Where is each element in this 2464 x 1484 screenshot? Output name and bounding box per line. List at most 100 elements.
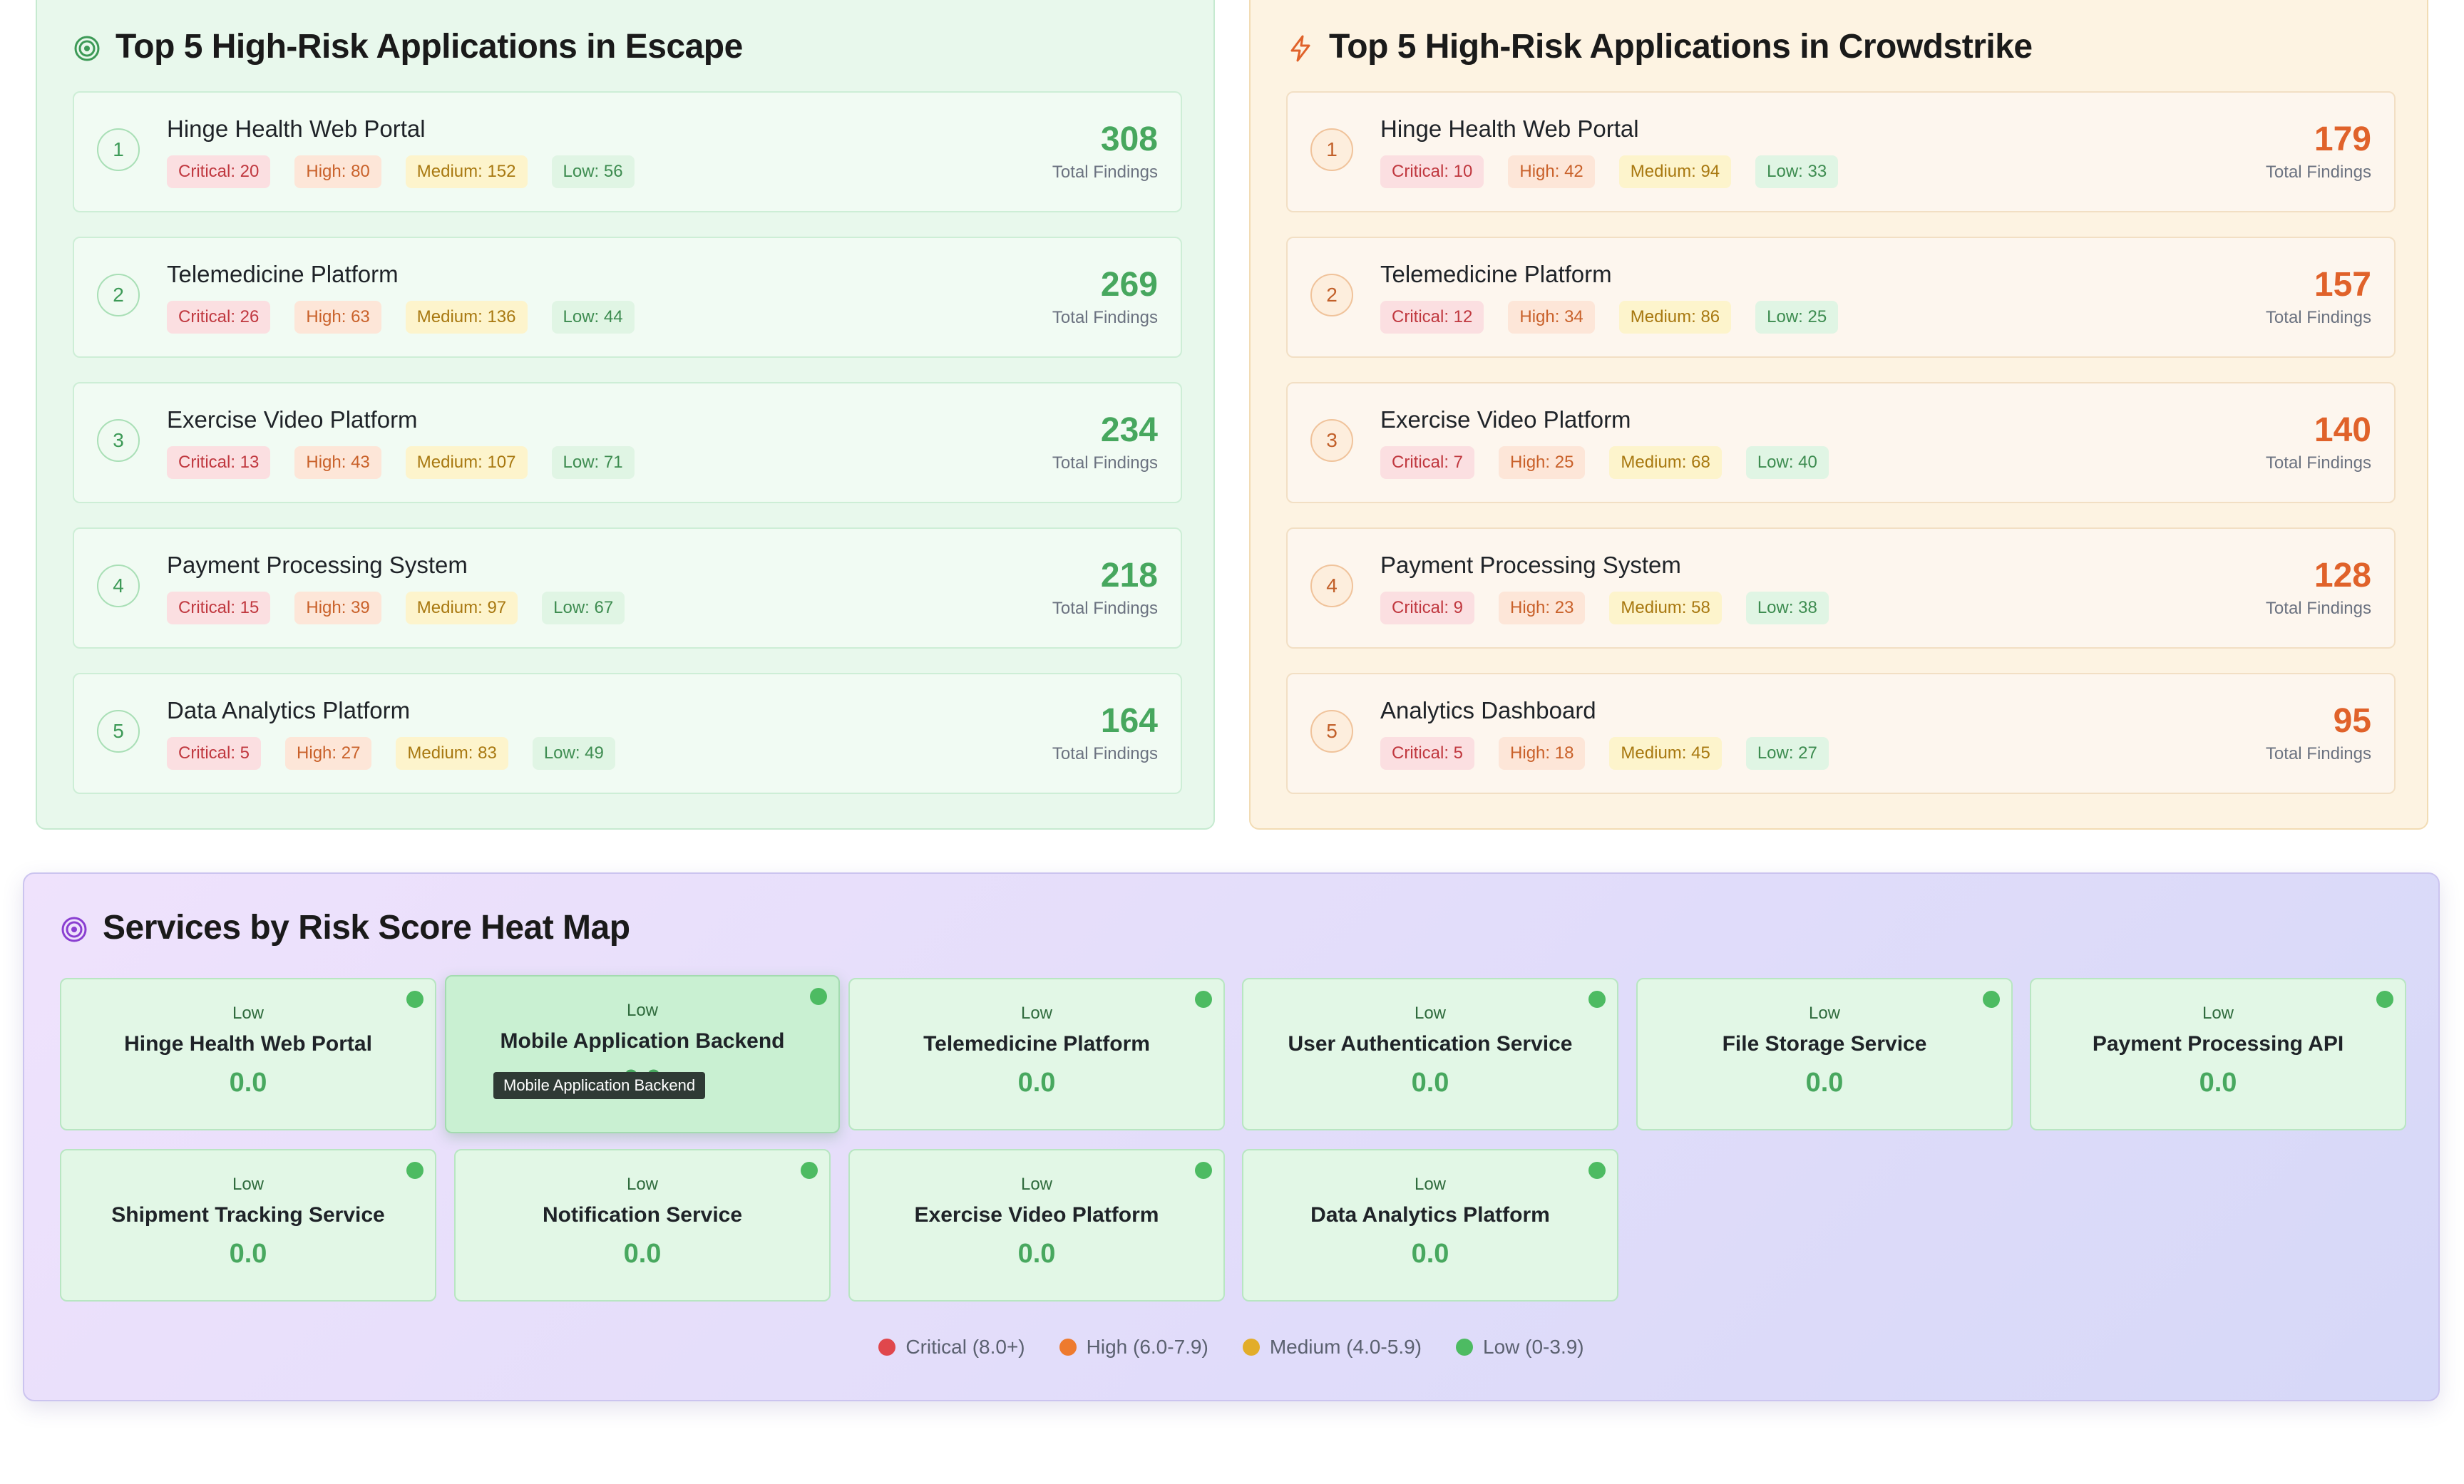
app-name: Hinge Health Web Portal <box>167 115 426 142</box>
critical-badge: Critical: 26 <box>167 301 271 334</box>
heatmap-tile[interactable]: Low Telemedicine Platform 0.0 <box>848 978 1225 1130</box>
rank-badge: 1 <box>1310 128 1353 171</box>
risk-level: Low <box>1020 1175 1053 1194</box>
severity-badges: Critical: 10 High: 42 Medium: 94 Low: 33 <box>1380 155 1839 188</box>
risk-score: 0.0 <box>229 1068 267 1098</box>
risk-level: Low <box>626 1175 659 1194</box>
crowdstrike-app-card[interactable]: 1 Hinge Health Web Portal Critical: 10 High… <box>1286 91 2396 212</box>
app-name: Telemedicine Platform <box>167 261 399 287</box>
total-findings-count: 269 <box>1100 266 1158 304</box>
total-findings-count: 179 <box>2314 120 2371 158</box>
total-findings-count: 308 <box>1100 120 1158 158</box>
total-findings-count: 140 <box>2314 411 2371 449</box>
severity-badges: Critical: 20 High: 80 Medium: 152 Low: 56 <box>167 155 635 188</box>
crowdstrike-panel: Top 5 High-Risk Applications in Crowdstr… <box>1249 0 2428 830</box>
heatmap-tile[interactable]: LowMobile Application Backend0.0Mobile A… <box>445 975 840 1133</box>
total-findings: 157 Total Findings <box>2266 265 2371 328</box>
low-badge: Low: 27 <box>1745 737 1829 770</box>
service-name: User Authentication Service <box>1288 1032 1573 1056</box>
heatmap-tile[interactable]: Low Shipment Tracking Service 0.0 <box>60 1149 436 1302</box>
low-badge: Low: 38 <box>1745 592 1829 624</box>
medium-badge: Medium: 45 <box>1609 737 1722 770</box>
service-name: Telemedicine Platform <box>923 1032 1150 1056</box>
high-badge: High: 63 <box>294 301 381 334</box>
escape-panel-title: Top 5 High-Risk Applications in Escape <box>73 21 743 71</box>
medium-badge: Medium: 97 <box>405 592 518 624</box>
risk-level: Low <box>232 1175 265 1194</box>
risk-score: 0.0 <box>1411 1068 1449 1098</box>
total-findings-count: 128 <box>2314 557 2371 594</box>
target-icon <box>60 913 88 942</box>
rank-badge: 3 <box>1310 419 1353 462</box>
escape-panel: Top 5 High-Risk Applications in Escape 1… <box>36 0 1215 830</box>
high-badge: High: 39 <box>294 592 381 624</box>
risk-level: Low <box>626 1001 659 1020</box>
crowdstrike-app-card[interactable]: 5 Analytics Dashboard Critical: 5 High: 18 M… <box>1286 673 2396 794</box>
risk-score: 0.0 <box>1805 1068 1844 1098</box>
total-findings-label: Total Findings <box>2265 744 2371 763</box>
heatmap-tile[interactable]: Low Data Analytics Platform 0.0 <box>1242 1149 1618 1302</box>
crowdstrike-app-card[interactable]: 2 Telemedicine Platform Critical: 12 High: … <box>1286 237 2396 358</box>
severity-badges: Critical: 5 High: 18 Medium: 45 Low: 27 <box>1380 737 1829 770</box>
low-badge: Low: 49 <box>532 737 615 770</box>
service-name: Exercise Video Platform <box>914 1203 1159 1227</box>
total-findings: 140 Total Findings <box>2266 411 2371 473</box>
risk-level: Low <box>1020 1004 1053 1023</box>
heatmap-tile[interactable]: Low Exercise Video Platform 0.0 <box>848 1149 1225 1302</box>
risk-score: 0.0 <box>623 1239 662 1269</box>
rank-badge: 4 <box>97 565 140 607</box>
risk-level: Low <box>2202 1004 2234 1023</box>
total-findings-label: Total Findings <box>1052 599 1158 618</box>
high-badge: High: 80 <box>294 155 381 188</box>
critical-badge: Critical: 20 <box>167 155 271 188</box>
high-badge: High: 43 <box>294 446 381 479</box>
risk-score: 0.0 <box>2199 1068 2237 1098</box>
heatmap-tile[interactable]: Low Notification Service 0.0 <box>454 1149 831 1302</box>
heatmap-tile[interactable]: Low User Authentication Service 0.0 <box>1242 978 1618 1130</box>
service-name: Mobile Application Backend <box>500 1029 785 1053</box>
severity-badges: Critical: 26 High: 63 Medium: 136 Low: 44 <box>167 301 635 334</box>
rank-badge: 4 <box>1310 565 1353 607</box>
high-badge: High: 27 <box>285 737 372 770</box>
critical-badge: Critical: 7 <box>1380 446 1475 479</box>
app-name: Hinge Health Web Portal <box>1380 115 1639 142</box>
legend-dot-icon <box>1059 1339 1077 1356</box>
crowdstrike-app-card[interactable]: 4 Payment Processing System Critical: 9 Hig… <box>1286 527 2396 649</box>
rank-badge: 1 <box>97 128 140 171</box>
critical-badge: Critical: 13 <box>167 446 271 479</box>
total-findings-label: Total Findings <box>1052 163 1158 182</box>
risk-level: Low <box>232 1004 265 1023</box>
target-icon <box>73 32 101 61</box>
severity-badges: Critical: 9 High: 23 Medium: 58 Low: 38 <box>1380 592 1829 624</box>
legend-item: High (6.0-7.9) <box>1059 1336 1208 1359</box>
rank-badge: 2 <box>97 274 140 316</box>
legend-item: Critical (8.0+) <box>878 1336 1025 1359</box>
crowdstrike-app-card[interactable]: 3 Exercise Video Platform Critical: 7 High:… <box>1286 382 2396 503</box>
escape-app-card[interactable]: 2 Telemedicine Platform Critical: 26 High: … <box>73 237 1182 358</box>
critical-badge: Critical: 5 <box>167 737 262 770</box>
heatmap-tile[interactable]: Low File Storage Service 0.0 <box>1636 978 2013 1130</box>
heatmap-title-text: Services by Risk Score Heat Map <box>103 908 630 947</box>
legend-dot-icon <box>1456 1339 1473 1356</box>
escape-title-text: Top 5 High-Risk Applications in Escape <box>115 27 743 66</box>
total-findings: 218 Total Findings <box>1052 556 1158 619</box>
medium-badge: Medium: 83 <box>396 737 508 770</box>
critical-badge: Critical: 5 <box>1380 737 1475 770</box>
medium-badge: Medium: 94 <box>1618 155 1732 188</box>
total-findings-label: Total Findings <box>2265 599 2371 618</box>
heatmap-tile[interactable]: Low Payment Processing API 0.0 <box>2030 978 2406 1130</box>
total-findings-count: 218 <box>1100 557 1158 594</box>
legend-item: Medium (4.0-5.9) <box>1242 1336 1422 1359</box>
lightning-icon <box>1286 32 1315 62</box>
service-name: Payment Processing API <box>2092 1032 2344 1056</box>
critical-badge: Critical: 12 <box>1380 301 1484 334</box>
escape-app-card[interactable]: 1 Hinge Health Web Portal Critical: 20 High… <box>73 91 1182 212</box>
total-findings-label: Total Findings <box>2265 163 2371 182</box>
escape-app-card[interactable]: 4 Payment Processing System Critical: 15 Hi… <box>73 527 1182 649</box>
app-name: Data Analytics Platform <box>167 697 411 723</box>
heatmap-tile[interactable]: Low Hinge Health Web Portal 0.0 <box>60 978 436 1130</box>
total-findings: 308 Total Findings <box>1052 120 1158 182</box>
escape-app-card[interactable]: 3 Exercise Video Platform Critical: 13 High… <box>73 382 1182 503</box>
total-findings-label: Total Findings <box>1052 453 1158 473</box>
escape-app-card[interactable]: 5 Data Analytics Platform Critical: 5 High:… <box>73 673 1182 794</box>
